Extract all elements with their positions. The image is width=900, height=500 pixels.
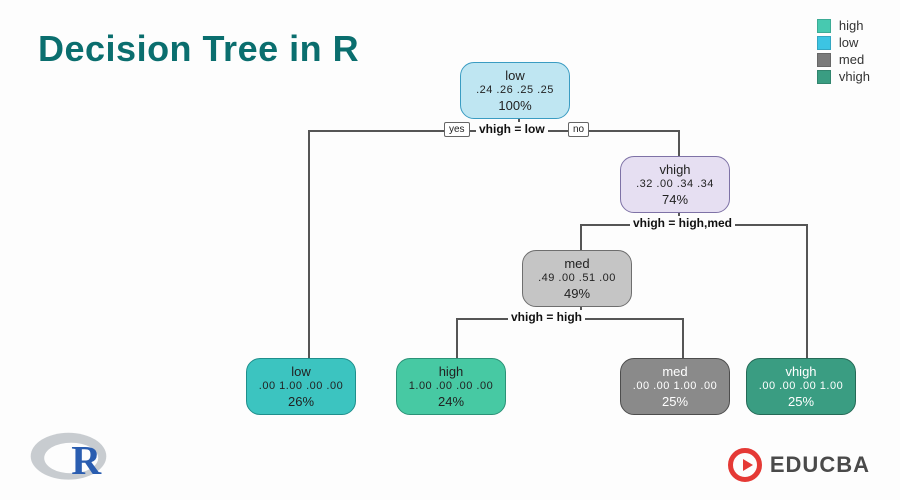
node-label: med <box>629 364 721 380</box>
node-probs: .49 .00 .51 .00 <box>531 272 623 286</box>
educba-ring-icon <box>728 448 762 482</box>
r-letter: R <box>71 437 102 483</box>
node-label: high <box>405 364 497 380</box>
branch-yes: yes <box>444 122 470 137</box>
node-vhigh: vhigh .32 .00 .34 .34 74% <box>620 156 730 213</box>
leaf-low: low .00 1.00 .00 .00 26% <box>246 358 356 415</box>
node-pct: 25% <box>629 394 721 410</box>
educba-text: EDUCBA <box>770 452 870 478</box>
split-label-3: vhigh = high <box>508 310 585 324</box>
node-probs: .00 .00 .00 1.00 <box>755 380 847 394</box>
node-pct: 74% <box>629 192 721 208</box>
swatch-high <box>817 19 831 33</box>
node-probs: .32 .00 .34 .34 <box>629 178 721 192</box>
node-probs: .24 .26 .25 .25 <box>469 84 561 98</box>
decision-tree: yes vhigh = low no vhigh = high,med vhig… <box>260 60 880 440</box>
edge <box>580 224 582 250</box>
legend-item-low: low <box>817 35 870 50</box>
node-probs: .00 .00 1.00 .00 <box>629 380 721 394</box>
edge <box>456 318 458 358</box>
leaf-high: high 1.00 .00 .00 .00 24% <box>396 358 506 415</box>
node-root: low .24 .26 .25 .25 100% <box>460 62 570 119</box>
split-label-2: vhigh = high,med <box>630 216 735 230</box>
node-probs: .00 1.00 .00 .00 <box>255 380 347 394</box>
edge <box>682 318 684 358</box>
edge <box>678 130 680 156</box>
legend-item-high: high <box>817 18 870 33</box>
node-label: low <box>255 364 347 380</box>
edge <box>308 130 310 358</box>
branch-no: no <box>568 122 589 137</box>
node-med: med .49 .00 .51 .00 49% <box>522 250 632 307</box>
leaf-med: med .00 .00 1.00 .00 25% <box>620 358 730 415</box>
node-pct: 100% <box>469 98 561 114</box>
leaf-vhigh: vhigh .00 .00 .00 1.00 25% <box>746 358 856 415</box>
educba-logo: EDUCBA <box>728 448 870 482</box>
edge <box>806 224 808 358</box>
node-probs: 1.00 .00 .00 .00 <box>405 380 497 394</box>
split-label-1: vhigh = low <box>476 122 548 136</box>
node-pct: 24% <box>405 394 497 410</box>
node-label: low <box>469 68 561 84</box>
node-label: vhigh <box>629 162 721 178</box>
legend-label: low <box>839 35 859 50</box>
node-label: med <box>531 256 623 272</box>
r-logo-icon: R <box>28 422 118 482</box>
legend-label: high <box>839 18 864 33</box>
node-pct: 26% <box>255 394 347 410</box>
node-pct: 25% <box>755 394 847 410</box>
node-label: vhigh <box>755 364 847 380</box>
swatch-low <box>817 36 831 50</box>
node-pct: 49% <box>531 286 623 302</box>
